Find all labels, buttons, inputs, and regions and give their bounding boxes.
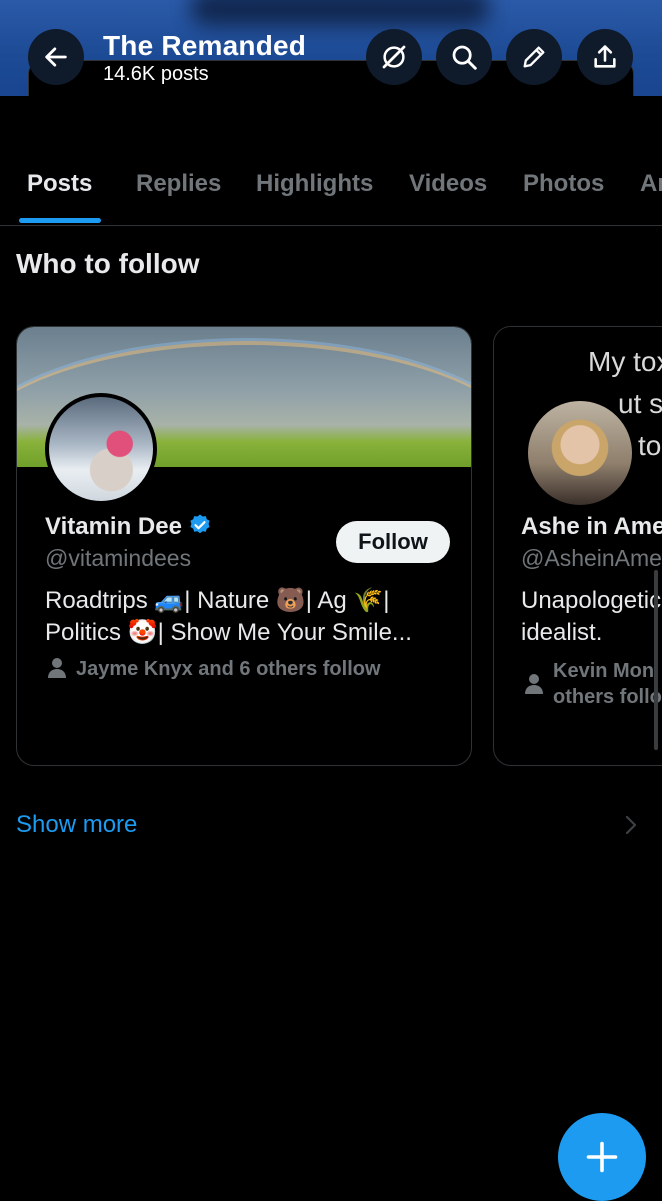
post-count: 14.6K posts: [103, 63, 209, 85]
scrollbar[interactable]: [654, 570, 658, 750]
avatar[interactable]: [524, 397, 636, 509]
grok-icon: [382, 45, 406, 69]
bio-line: Unapologetic: [521, 587, 662, 614]
user-handle: @AsheinAme: [521, 545, 662, 571]
bio-line: idealist.: [521, 619, 603, 646]
show-more-link[interactable]: Show more: [16, 811, 137, 839]
followed-by-line: others follo: [553, 686, 662, 708]
followed-by-text: Kevin Mon others follo: [553, 658, 662, 710]
banner-text-line: My tox: [588, 346, 662, 377]
search-button[interactable]: [436, 29, 492, 85]
user-name[interactable]: Ashe in Ame: [521, 513, 662, 541]
status-bar-blur: [190, 0, 490, 26]
edit-button[interactable]: [506, 29, 562, 85]
user-name-text: Vitamin Dee: [45, 513, 182, 540]
tab-replies[interactable]: Replies: [136, 170, 221, 198]
avatar[interactable]: [45, 393, 157, 505]
bio-line: Roadtrips 🚙| Nature 🐻| Ag 🌾|: [45, 587, 390, 614]
follow-button[interactable]: Follow: [336, 521, 450, 563]
pencil-icon: [523, 46, 545, 68]
profile-tabs: Posts Replies Highlights Videos Photos A…: [0, 150, 662, 226]
user-name[interactable]: Vitamin Dee: [45, 513, 212, 541]
share-icon: [594, 45, 616, 68]
tab-highlights[interactable]: Highlights: [256, 170, 373, 198]
user-bio: Unapologetic idealist.: [521, 585, 662, 649]
bio-line: Politics 🤡| Show Me Your Smile...: [45, 619, 412, 646]
tab-articles[interactable]: Ar: [640, 170, 662, 198]
user-handle: @vitamindees: [45, 545, 192, 571]
tab-posts[interactable]: Posts: [27, 170, 92, 198]
suggested-user-card[interactable]: Vitamin Dee @vitamindees Follow Roadtrip…: [16, 326, 472, 766]
chevron-right-icon[interactable]: [624, 814, 638, 836]
who-to-follow-heading: Who to follow: [16, 248, 200, 279]
followed-by-line: Kevin Mon: [553, 660, 655, 682]
tab-videos[interactable]: Videos: [409, 170, 487, 198]
arrow-left-icon: [45, 47, 67, 67]
compose-post-button[interactable]: [558, 1113, 646, 1201]
person-icon: [525, 674, 543, 694]
plus-icon: [586, 1141, 618, 1173]
followed-by-text: Jayme Knyx and 6 others follow: [76, 658, 381, 680]
tab-photos[interactable]: Photos: [523, 170, 604, 198]
back-button[interactable]: [28, 29, 84, 85]
profile-header: The Remanded 14.6K posts: [0, 0, 662, 96]
page-title: The Remanded: [103, 30, 307, 61]
active-tab-indicator: [19, 218, 101, 223]
person-icon: [48, 658, 66, 678]
search-icon: [452, 45, 477, 70]
suggested-user-card[interactable]: My tox ut so to Ashe in Ame @AsheinAme U…: [493, 326, 662, 766]
verified-badge-icon: [190, 514, 210, 534]
grok-button[interactable]: [366, 29, 422, 85]
user-bio: Roadtrips 🚙| Nature 🐻| Ag 🌾| Politics 🤡|…: [45, 585, 465, 649]
share-button[interactable]: [577, 29, 633, 85]
